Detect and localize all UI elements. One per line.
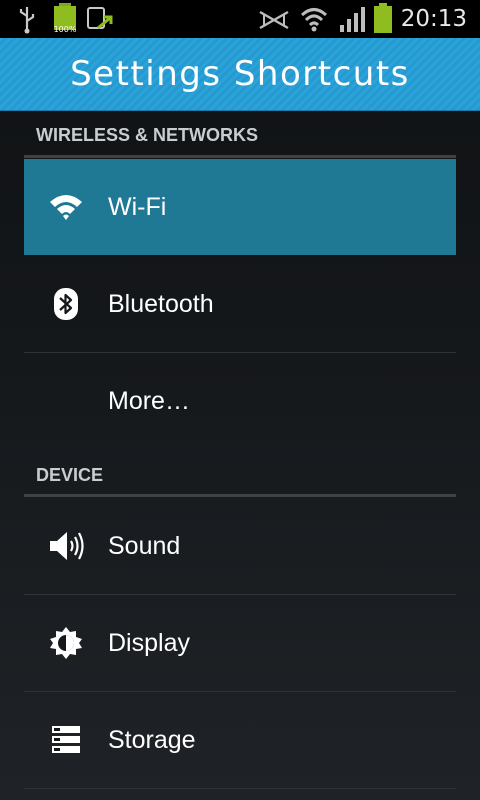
battery-icon [373,3,393,35]
settings-item-label: Sound [108,532,181,560]
bluetooth-icon [48,288,84,320]
settings-item-label: More… [108,387,190,415]
storage-icon [48,724,84,756]
settings-item-label: Display [108,629,190,657]
sound-mute-icon [259,10,289,30]
signal-icon [340,7,365,32]
settings-item-sound[interactable]: Sound [24,498,456,594]
settings-shortcuts-screen: 100% 20:13 Settings Shortcuts WIRELESS &… [0,0,480,800]
settings-item-label: Storage [108,726,196,754]
battery-full-icon: 100% [52,3,78,35]
settings-item-label: Wi-Fi [108,193,167,221]
section-header-device: DEVICE [36,465,104,485]
brightness-icon [48,627,84,659]
status-bar: 100% 20:13 [0,0,480,38]
settings-item-bluetooth[interactable]: Bluetooth [24,256,456,352]
wifi-icon [48,191,84,223]
page-title: Settings Shortcuts [70,54,410,94]
list-divider [24,788,456,789]
settings-item-label: Bluetooth [108,290,214,318]
usb-icon [19,7,35,34]
wifi-status-icon [300,8,328,32]
settings-item-display[interactable]: Display [24,595,456,691]
settings-item-wifi[interactable]: Wi-Fi [24,159,456,255]
battery-percent-label: 100% [53,25,77,34]
section-divider [24,494,456,497]
settings-item-more[interactable]: More… [24,353,456,449]
title-bar: Settings Shortcuts [0,38,480,111]
screen-mirror-icon [87,7,113,30]
section-divider [24,155,456,158]
section-header-wireless: WIRELESS & NETWORKS [36,125,259,145]
clock: 20:13 [400,6,467,32]
speaker-icon [48,530,84,562]
settings-item-storage[interactable]: Storage [24,692,456,788]
